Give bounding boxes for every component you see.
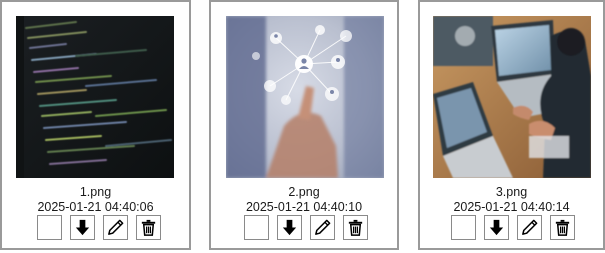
laptop-work-image: [433, 16, 591, 178]
download-button[interactable]: [70, 215, 95, 240]
delete-button[interactable]: [136, 215, 161, 240]
delete-button[interactable]: [343, 215, 368, 240]
edit-button[interactable]: [517, 215, 542, 240]
download-button[interactable]: [277, 215, 302, 240]
edit-button[interactable]: [310, 215, 335, 240]
trash-icon: [141, 219, 156, 236]
pencil-icon: [522, 219, 538, 235]
file-name: 1.png: [79, 185, 112, 199]
delete-button[interactable]: [550, 215, 575, 240]
thumbnail-image[interactable]: [16, 16, 174, 178]
pencil-icon: [315, 219, 331, 235]
download-button[interactable]: [484, 215, 509, 240]
download-arrow-icon: [282, 219, 297, 236]
code-screen-image: [16, 16, 174, 178]
trash-icon: [555, 219, 570, 236]
thumbnail-image[interactable]: [226, 16, 384, 178]
select-checkbox[interactable]: [451, 215, 476, 240]
thumbnail-image[interactable]: [433, 16, 591, 178]
trash-icon: [348, 219, 363, 236]
file-card: 3.png 2025-01-21 04:40:14: [418, 0, 605, 250]
select-checkbox[interactable]: [244, 215, 269, 240]
select-checkbox[interactable]: [37, 215, 62, 240]
file-name: 3.png: [495, 185, 528, 199]
download-arrow-icon: [75, 219, 90, 236]
file-card: 1.png 2025-01-21 04:40:06: [0, 0, 191, 250]
file-timestamp: 2025-01-21 04:40:10: [245, 200, 363, 214]
download-arrow-icon: [489, 219, 504, 236]
network-touch-image: [226, 16, 384, 178]
file-card: 2.png 2025-01-21 04:40:10: [209, 0, 399, 250]
file-timestamp: 2025-01-21 04:40:06: [37, 200, 154, 214]
edit-button[interactable]: [103, 215, 128, 240]
pencil-icon: [108, 219, 124, 235]
file-gallery: 1.png 2025-01-21 04:40:06 2.png 2025-01-…: [0, 0, 605, 253]
file-name: 2.png: [288, 185, 320, 199]
file-timestamp: 2025-01-21 04:40:14: [453, 200, 570, 214]
